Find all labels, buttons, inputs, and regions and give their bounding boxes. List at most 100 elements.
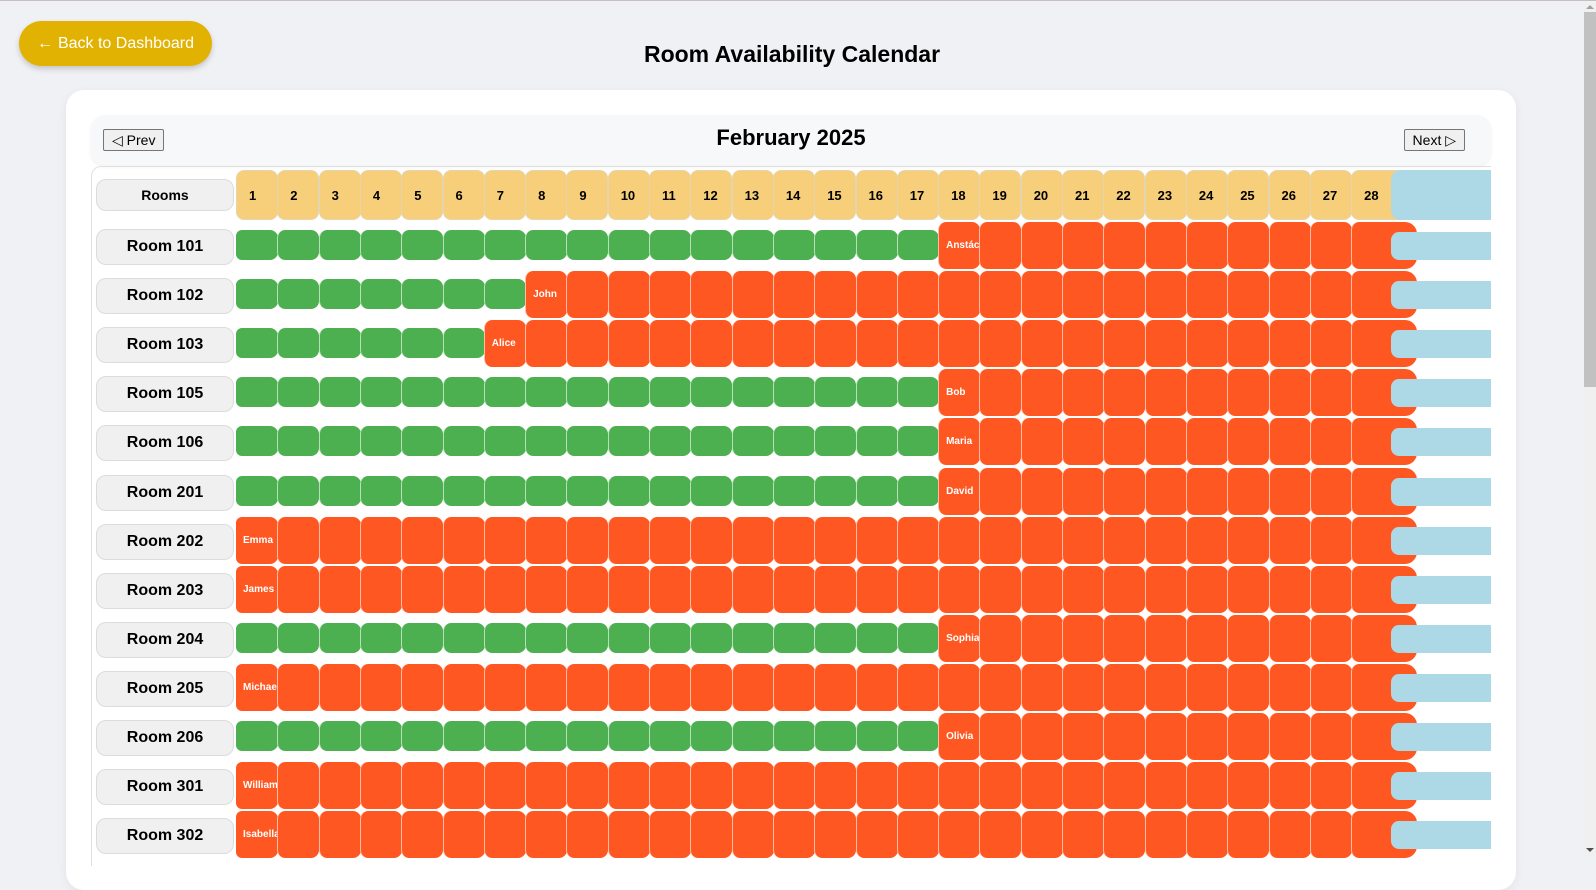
occupied-day-cell[interactable] bbox=[1309, 811, 1352, 859]
occupied-day-cell[interactable] bbox=[979, 467, 1022, 515]
occupied-day-cell[interactable] bbox=[1062, 811, 1104, 859]
available-day-cell[interactable] bbox=[690, 230, 733, 260]
available-day-cell[interactable] bbox=[483, 426, 526, 457]
occupied-day-cell[interactable] bbox=[1103, 762, 1146, 810]
next-month-button[interactable]: Next ▷ bbox=[1403, 129, 1465, 151]
occupied-day-cell[interactable] bbox=[1020, 762, 1063, 810]
occupied-day-cell[interactable] bbox=[979, 811, 1022, 859]
available-day-cell[interactable] bbox=[896, 377, 939, 408]
available-day-cell[interactable] bbox=[359, 230, 402, 260]
available-day-cell[interactable] bbox=[442, 230, 485, 260]
booking-start-cell[interactable]: Michael bbox=[236, 663, 278, 711]
occupied-day-cell[interactable] bbox=[1020, 614, 1063, 662]
occupied-day-cell[interactable] bbox=[1309, 418, 1352, 466]
available-day-cell[interactable] bbox=[318, 328, 361, 359]
occupied-day-cell[interactable] bbox=[855, 811, 898, 859]
occupied-day-cell[interactable] bbox=[690, 663, 733, 711]
occupied-day-cell[interactable] bbox=[1268, 713, 1311, 760]
available-day-cell[interactable] bbox=[896, 622, 939, 653]
occupied-day-cell[interactable] bbox=[938, 811, 981, 859]
occupied-day-cell[interactable] bbox=[607, 762, 650, 810]
occupied-day-cell[interactable] bbox=[1144, 271, 1187, 319]
occupied-day-cell[interactable] bbox=[607, 320, 650, 368]
occupied-day-cell[interactable] bbox=[979, 565, 1022, 613]
occupied-day-cell[interactable] bbox=[277, 565, 320, 613]
occupied-day-cell[interactable] bbox=[814, 516, 857, 564]
occupied-day-cell[interactable] bbox=[1062, 565, 1104, 613]
available-day-cell[interactable] bbox=[401, 426, 444, 457]
available-day-cell[interactable] bbox=[525, 377, 568, 408]
occupied-day-cell[interactable] bbox=[649, 271, 691, 319]
occupied-day-cell[interactable] bbox=[690, 762, 733, 810]
occupied-day-cell[interactable] bbox=[607, 663, 650, 711]
available-day-cell[interactable] bbox=[896, 230, 939, 260]
occupied-day-cell[interactable] bbox=[772, 762, 815, 810]
available-day-cell[interactable] bbox=[896, 475, 939, 506]
available-day-cell[interactable] bbox=[731, 622, 774, 653]
occupied-day-cell[interactable] bbox=[896, 516, 939, 564]
available-day-cell[interactable] bbox=[359, 721, 402, 751]
occupied-day-cell[interactable] bbox=[772, 320, 815, 368]
available-day-cell[interactable] bbox=[731, 377, 774, 408]
occupied-day-cell[interactable] bbox=[1020, 418, 1063, 466]
occupied-day-cell[interactable] bbox=[731, 565, 774, 613]
occupied-day-cell[interactable] bbox=[277, 811, 320, 859]
available-day-cell[interactable] bbox=[731, 721, 774, 751]
occupied-day-cell[interactable] bbox=[979, 713, 1022, 760]
available-day-cell[interactable] bbox=[401, 328, 444, 359]
available-day-cell[interactable] bbox=[814, 622, 857, 653]
available-day-cell[interactable] bbox=[607, 230, 650, 260]
occupied-day-cell[interactable] bbox=[938, 663, 981, 711]
available-day-cell[interactable] bbox=[525, 721, 568, 751]
occupied-day-cell[interactable] bbox=[772, 811, 815, 859]
occupied-day-cell[interactable] bbox=[277, 516, 320, 564]
occupied-day-cell[interactable] bbox=[1062, 713, 1104, 760]
available-day-cell[interactable] bbox=[814, 230, 857, 260]
occupied-day-cell[interactable] bbox=[1309, 516, 1352, 564]
occupied-day-cell[interactable] bbox=[1103, 320, 1146, 368]
occupied-day-cell[interactable] bbox=[1268, 369, 1311, 417]
occupied-day-cell[interactable] bbox=[1185, 369, 1228, 417]
available-day-cell[interactable] bbox=[277, 377, 320, 408]
occupied-day-cell[interactable] bbox=[1227, 713, 1270, 760]
available-day-cell[interactable] bbox=[277, 426, 320, 457]
available-day-cell[interactable] bbox=[318, 721, 361, 751]
occupied-day-cell[interactable] bbox=[1227, 565, 1270, 613]
occupied-day-cell[interactable] bbox=[1062, 369, 1104, 417]
occupied-day-cell[interactable] bbox=[1227, 762, 1270, 810]
available-day-cell[interactable] bbox=[772, 622, 815, 653]
available-day-cell[interactable] bbox=[566, 721, 609, 751]
occupied-day-cell[interactable] bbox=[855, 663, 898, 711]
booking-start-cell[interactable]: Isabella bbox=[236, 811, 278, 859]
occupied-day-cell[interactable] bbox=[318, 565, 361, 613]
available-day-cell[interactable] bbox=[814, 377, 857, 408]
available-day-cell[interactable] bbox=[814, 475, 857, 506]
occupied-day-cell[interactable] bbox=[1268, 467, 1311, 515]
occupied-day-cell[interactable] bbox=[442, 565, 485, 613]
available-day-cell[interactable] bbox=[607, 426, 650, 457]
occupied-day-cell[interactable] bbox=[483, 663, 526, 711]
occupied-day-cell[interactable] bbox=[979, 762, 1022, 810]
occupied-day-cell[interactable] bbox=[1268, 418, 1311, 466]
available-day-cell[interactable] bbox=[236, 622, 278, 653]
occupied-day-cell[interactable] bbox=[277, 762, 320, 810]
occupied-day-cell[interactable] bbox=[855, 320, 898, 368]
occupied-day-cell[interactable] bbox=[979, 271, 1022, 319]
occupied-day-cell[interactable] bbox=[401, 516, 444, 564]
occupied-day-cell[interactable] bbox=[1144, 222, 1187, 269]
occupied-day-cell[interactable] bbox=[1020, 663, 1063, 711]
occupied-day-cell[interactable] bbox=[690, 320, 733, 368]
occupied-day-cell[interactable] bbox=[566, 762, 609, 810]
occupied-day-cell[interactable] bbox=[772, 516, 815, 564]
booking-start-cell[interactable]: Bob bbox=[938, 369, 981, 417]
occupied-day-cell[interactable] bbox=[566, 271, 609, 319]
occupied-day-cell[interactable] bbox=[814, 762, 857, 810]
occupied-day-cell[interactable] bbox=[1309, 565, 1352, 613]
occupied-day-cell[interactable] bbox=[1268, 565, 1311, 613]
available-day-cell[interactable] bbox=[236, 279, 278, 310]
scroll-down-icon[interactable] bbox=[1586, 848, 1594, 852]
booking-start-cell[interactable]: Emma bbox=[236, 516, 278, 564]
occupied-day-cell[interactable] bbox=[1020, 467, 1063, 515]
available-day-cell[interactable] bbox=[855, 622, 898, 653]
occupied-day-cell[interactable] bbox=[1268, 762, 1311, 810]
